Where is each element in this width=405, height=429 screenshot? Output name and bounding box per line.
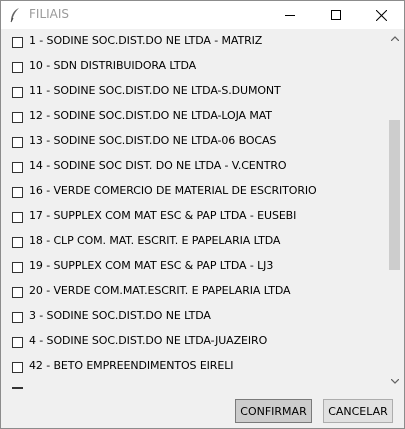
checkbox[interactable] <box>12 237 23 248</box>
item-label: 11 - SODINE SOC.DIST.DO NE LTDA-S.DUMONT <box>29 84 281 97</box>
item-label: 19 - SUPPLEX COM MAT ESC & PAP LTDA - LJ… <box>29 259 274 272</box>
partial-checkbox <box>12 387 23 389</box>
list-item[interactable]: 18 - CLP COM. MAT. ESCRIT. E PAPELARIA L… <box>3 232 386 256</box>
list-item[interactable]: 1 - SODINE SOC.DIST.DO NE LTDA - MATRIZ <box>3 32 386 56</box>
scroll-up-button[interactable] <box>387 31 402 46</box>
checkbox[interactable] <box>12 287 23 298</box>
list-item[interactable]: 11 - SODINE SOC.DIST.DO NE LTDA-S.DUMONT <box>3 82 386 106</box>
list-item[interactable]: 17 - SUPPLEX COM MAT ESC & PAP LTDA - EU… <box>3 207 386 231</box>
checkbox[interactable] <box>12 162 23 173</box>
close-button[interactable] <box>358 1 404 29</box>
list-item[interactable]: 4 - SODINE SOC.DIST.DO NE LTDA-JUAZEIRO <box>3 332 386 356</box>
list-item[interactable]: 10 - SDN DISTRIBUIDORA LTDA <box>3 57 386 81</box>
item-label: 3 - SODINE SOC.DIST.DO NE LTDA <box>29 309 211 322</box>
checkbox[interactable] <box>12 187 23 198</box>
item-label: 42 - BETO EMPREENDIMENTOS EIRELI <box>29 359 234 372</box>
list-item[interactable]: 16 - VERDE COMERCIO DE MATERIAL DE ESCRI… <box>3 182 386 206</box>
item-label: 17 - SUPPLEX COM MAT ESC & PAP LTDA - EU… <box>29 209 297 222</box>
item-label: 18 - CLP COM. MAT. ESCRIT. E PAPELARIA L… <box>29 234 281 247</box>
window-title: FILIAIS <box>29 7 70 21</box>
checkbox[interactable] <box>12 137 23 148</box>
dialog-window: FILIAIS 1 - SODINE SOC.DIST.DO NE LTDA -… <box>0 0 405 429</box>
checkbox[interactable] <box>12 337 23 348</box>
close-icon <box>375 9 387 21</box>
vertical-scrollbar[interactable] <box>387 31 402 389</box>
feather-icon <box>9 7 21 23</box>
chevron-down-icon <box>390 379 399 384</box>
cancel-button[interactable]: CANCELAR <box>323 399 393 423</box>
filiais-checkbox-list: 1 - SODINE SOC.DIST.DO NE LTDA - MATRIZ 1… <box>3 31 386 389</box>
maximize-icon <box>331 10 341 20</box>
item-label: 13 - SODINE SOC.DIST.DO NE LTDA-06 BOCAS <box>29 134 277 147</box>
item-label: 12 - SODINE SOC.DIST.DO NE LTDA-LOJA MAT <box>29 109 272 122</box>
checkbox[interactable] <box>12 212 23 223</box>
item-label: 16 - VERDE COMERCIO DE MATERIAL DE ESCRI… <box>29 184 317 197</box>
item-label: 10 - SDN DISTRIBUIDORA LTDA <box>29 59 197 72</box>
minimize-button[interactable] <box>267 1 313 29</box>
chevron-up-icon <box>390 36 399 41</box>
checkbox[interactable] <box>12 87 23 98</box>
checkbox[interactable] <box>12 362 23 373</box>
minimize-icon <box>285 15 295 16</box>
item-label: 4 - SODINE SOC.DIST.DO NE LTDA-JUAZEIRO <box>29 334 268 347</box>
list-item[interactable]: 12 - SODINE SOC.DIST.DO NE LTDA-LOJA MAT <box>3 107 386 131</box>
item-label: 1 - SODINE SOC.DIST.DO NE LTDA - MATRIZ <box>29 34 263 47</box>
list-item[interactable]: 42 - BETO EMPREENDIMENTOS EIRELI <box>3 357 386 381</box>
maximize-button[interactable] <box>313 1 359 29</box>
list-item[interactable]: 14 - SODINE SOC DIST. DO NE LTDA - V.CEN… <box>3 157 386 181</box>
checkbox[interactable] <box>12 37 23 48</box>
confirm-button[interactable]: CONFIRMAR <box>235 399 312 423</box>
list-item[interactable]: 13 - SODINE SOC.DIST.DO NE LTDA-06 BOCAS <box>3 132 386 156</box>
item-label: 20 - VERDE COM.MAT.ESCRIT. E PAPELARIA L… <box>29 284 291 297</box>
checkbox[interactable] <box>12 312 23 323</box>
list-item[interactable]: 19 - SUPPLEX COM MAT ESC & PAP LTDA - LJ… <box>3 257 386 281</box>
list-item[interactable]: 20 - VERDE COM.MAT.ESCRIT. E PAPELARIA L… <box>3 282 386 306</box>
checkbox[interactable] <box>12 262 23 273</box>
scrollbar-thumb[interactable] <box>389 120 400 270</box>
title-bar[interactable]: FILIAIS <box>1 1 404 29</box>
checkbox[interactable] <box>12 112 23 123</box>
scroll-down-button[interactable] <box>387 374 402 389</box>
item-label: 14 - SODINE SOC DIST. DO NE LTDA - V.CEN… <box>29 159 287 172</box>
list-item[interactable]: 3 - SODINE SOC.DIST.DO NE LTDA <box>3 307 386 331</box>
checkbox[interactable] <box>12 62 23 73</box>
